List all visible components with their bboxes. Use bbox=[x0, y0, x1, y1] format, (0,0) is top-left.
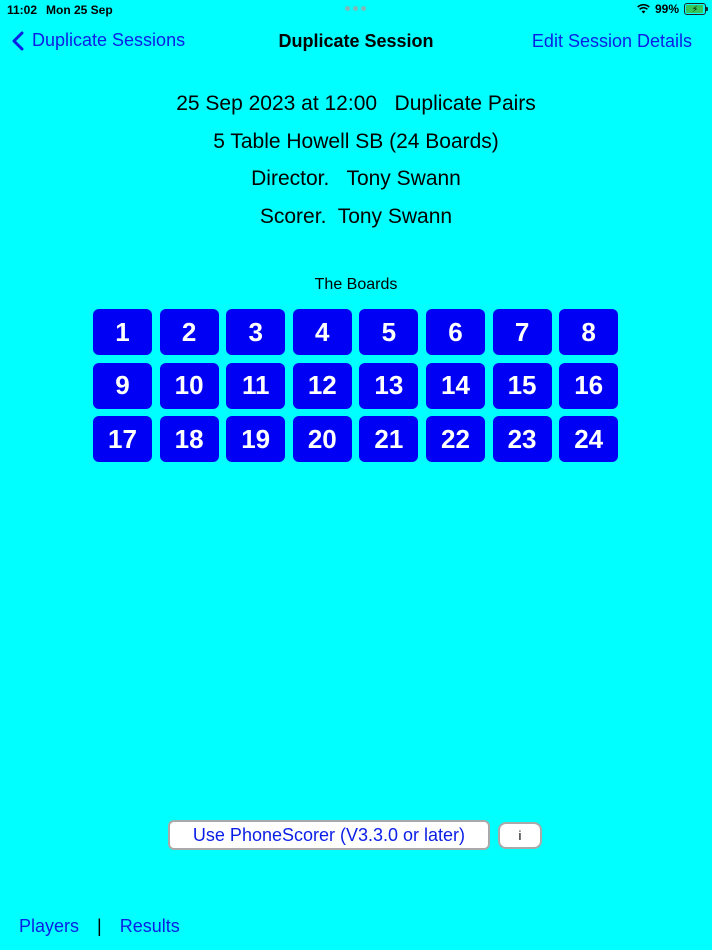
status-bar: 11:02 Mon 25 Sep 99% ⚡ bbox=[0, 0, 712, 20]
status-indicators: 99% ⚡ bbox=[637, 2, 708, 16]
board-button[interactable]: 15 bbox=[492, 362, 552, 409]
status-time: 11:02 bbox=[7, 3, 38, 17]
edit-session-details-button[interactable]: Edit Session Details bbox=[532, 31, 692, 52]
board-button[interactable]: 21 bbox=[359, 416, 419, 462]
chevron-left-icon bbox=[12, 31, 24, 50]
board-button[interactable]: 4 bbox=[292, 309, 352, 355]
board-button[interactable]: 16 bbox=[559, 362, 619, 409]
board-button[interactable]: 12 bbox=[292, 362, 352, 409]
info-button[interactable]: i bbox=[498, 822, 542, 849]
navigation-bar: Duplicate Sessions Duplicate Session Edi… bbox=[0, 28, 712, 56]
board-button[interactable]: 18 bbox=[159, 416, 219, 462]
session-director: Director. Tony Swann bbox=[251, 167, 461, 190]
board-button[interactable]: 7 bbox=[492, 309, 552, 355]
board-button[interactable]: 11 bbox=[226, 362, 286, 409]
session-movement: 5 Table Howell SB (24 Boards) bbox=[213, 129, 499, 153]
board-button[interactable]: 3 bbox=[226, 309, 286, 355]
back-button-label: Duplicate Sessions bbox=[32, 30, 186, 50]
status-date: Mon 25 Sep bbox=[46, 3, 113, 17]
session-date-type: 25 Sep 2023 at 12:00 Duplicate Pairs bbox=[176, 92, 536, 115]
boards-heading: The Boards bbox=[314, 276, 398, 293]
session-info: 25 Sep 2023 at 12:00 Duplicate Pairs 5 T… bbox=[0, 90, 712, 240]
footer-separator: | bbox=[97, 916, 102, 936]
boards-grid: 1 2 3 4 5 6 7 8 9 10 11 12 13 14 15 16 17 18 19 20 21 22 23 24 bbox=[93, 309, 619, 462]
results-link[interactable]: Results bbox=[120, 916, 180, 937]
use-phonescorer-button[interactable]: Use PhoneScorer (V3.3.0 or later) bbox=[168, 820, 490, 850]
board-button[interactable]: 6 bbox=[425, 309, 485, 355]
back-button[interactable]: Duplicate Sessions bbox=[12, 30, 185, 51]
board-button[interactable]: 24 bbox=[559, 416, 619, 462]
battery-percent: 99% bbox=[654, 2, 679, 16]
board-button[interactable]: 23 bbox=[492, 416, 552, 462]
board-button[interactable]: 2 bbox=[159, 309, 219, 355]
footer-links: Players | Results bbox=[19, 916, 180, 937]
board-button[interactable]: 10 bbox=[159, 362, 219, 409]
wifi-icon bbox=[637, 4, 650, 14]
players-link[interactable]: Players bbox=[19, 916, 79, 937]
board-button[interactable]: 5 bbox=[359, 309, 419, 355]
board-button[interactable]: 19 bbox=[226, 416, 286, 462]
board-button[interactable]: 1 bbox=[93, 309, 152, 355]
session-scorer: Scorer. Tony Swann bbox=[259, 204, 453, 228]
board-button[interactable]: 20 bbox=[292, 416, 352, 462]
multitasking-dots-icon[interactable] bbox=[345, 6, 366, 11]
board-button[interactable]: 14 bbox=[425, 362, 485, 409]
battery-icon: ⚡ bbox=[684, 3, 708, 15]
board-button[interactable]: 8 bbox=[559, 309, 619, 355]
board-button[interactable]: 9 bbox=[93, 362, 152, 409]
board-button[interactable]: 22 bbox=[425, 416, 485, 462]
board-button[interactable]: 13 bbox=[359, 362, 419, 409]
board-button[interactable]: 17 bbox=[93, 416, 152, 462]
